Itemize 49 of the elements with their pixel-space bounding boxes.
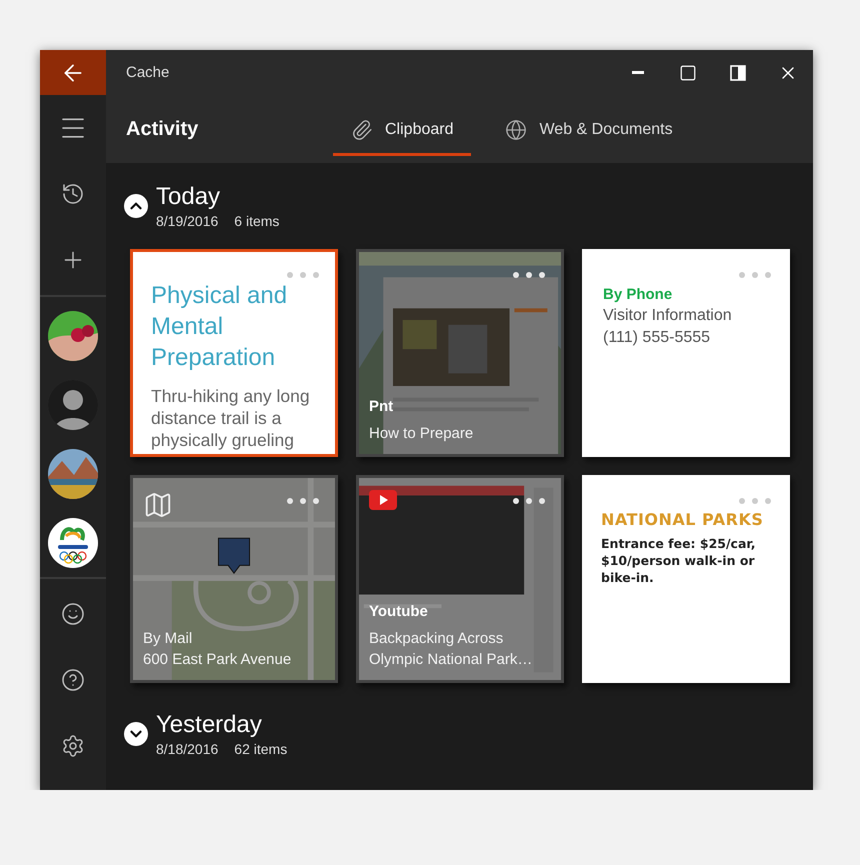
card-text: How to Prepare xyxy=(369,425,474,442)
window-title: Cache xyxy=(126,64,170,81)
contact-label: By Phone xyxy=(603,286,674,303)
contact-text: Visitor Information xyxy=(603,307,733,325)
card-body: Entrance fee: $25/car, $10/person walk-in or bike-in. xyxy=(601,535,756,586)
tab[interactable]: Web & Documents xyxy=(487,106,691,156)
card-text: Backpacking Across xyxy=(369,630,504,647)
contact-text: (111) 555-5555 xyxy=(603,329,712,347)
avatar-button[interactable] xyxy=(48,449,98,499)
history-icon xyxy=(61,182,85,206)
map-card[interactable]: By Mail 600 East Park Avenue xyxy=(130,475,338,683)
group-title: Yesterday xyxy=(156,711,263,739)
text-card[interactable]: NATIONAL PARKS Entrance fee: $25/car, $10/person walk-in or bike-in. xyxy=(582,475,790,683)
logo-icon xyxy=(48,518,98,568)
paperclip-icon xyxy=(351,118,373,140)
card-heading: NATIONAL PARKS xyxy=(601,510,764,529)
source-name: Youtube xyxy=(369,603,429,620)
maximize-icon xyxy=(679,64,697,82)
help-icon xyxy=(61,668,85,692)
card-text: 600 East Park Avenue xyxy=(143,651,292,668)
avatar-button[interactable] xyxy=(48,311,98,361)
tab[interactable]: Clipboard xyxy=(333,106,472,156)
item-count: 6 items xyxy=(234,213,280,229)
note-body: Thru-hiking any long distance trail is a physically grueling xyxy=(151,385,311,451)
source-name: Pnt xyxy=(369,398,394,415)
note-card[interactable]: Physical and Mental Preparation Thru-hiking any long distance trail is a physically grueling xyxy=(130,249,338,457)
note-title: Physical and Mental Preparation xyxy=(151,281,288,373)
page-title: Activity xyxy=(126,118,200,140)
map-icon xyxy=(143,490,173,520)
group-date: 8/19/2016 xyxy=(156,213,218,229)
card-text: By Mail xyxy=(143,630,194,647)
more-icon[interactable] xyxy=(513,498,545,504)
compact-view-icon xyxy=(730,64,746,80)
avatar-button[interactable] xyxy=(48,518,98,568)
card-text: Olympic National Park… xyxy=(369,651,534,668)
group-toggle[interactable] xyxy=(124,722,148,746)
video-card[interactable]: Youtube Backpacking Across Olympic National Park… xyxy=(356,475,564,683)
play-icon[interactable] xyxy=(369,490,397,510)
minimize-icon xyxy=(632,71,644,74)
settings-icon xyxy=(61,734,85,758)
smiley-icon xyxy=(61,602,85,626)
group-title: Today xyxy=(156,183,222,211)
group-toggle[interactable] xyxy=(124,194,148,218)
web-card[interactable]: Pnt How to Prepare xyxy=(356,249,564,457)
globe-icon xyxy=(505,118,528,140)
back-button[interactable] xyxy=(40,50,106,95)
group-date: 8/18/2016 xyxy=(156,741,218,757)
item-count: 62 items xyxy=(234,741,288,757)
contact-card[interactable]: By Phone Visitor Information (111) 555-5555 xyxy=(582,249,790,457)
